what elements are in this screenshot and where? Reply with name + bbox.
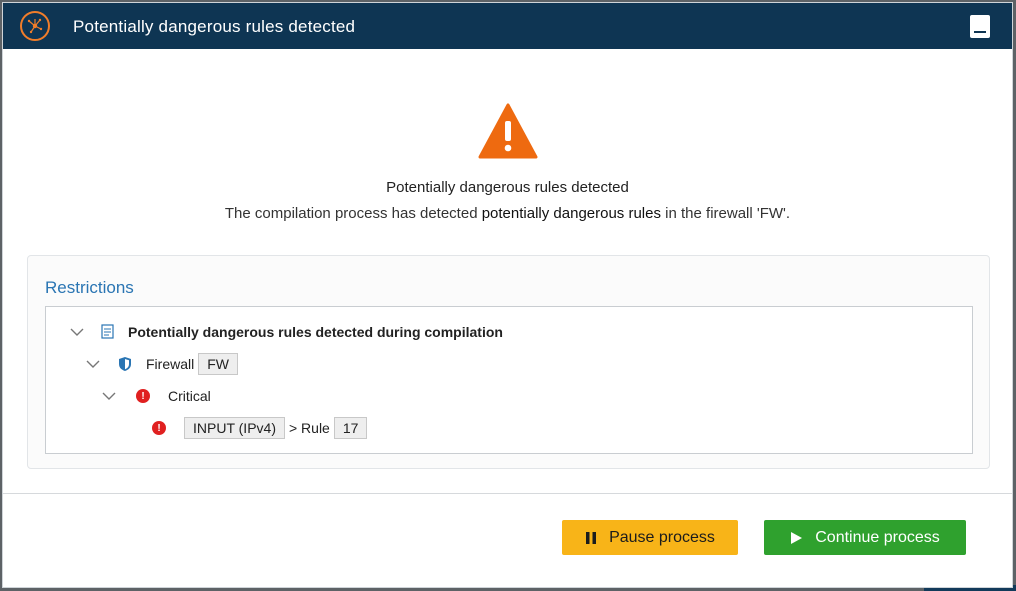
chain-tag: INPUT (IPv4)	[184, 417, 285, 439]
tree-root-row[interactable]: Potentially dangerous rules detected dur…	[70, 321, 503, 343]
restrictions-title: Restrictions	[45, 278, 134, 297]
firewall-tag: FW	[198, 353, 238, 375]
error-icon: !	[152, 421, 166, 435]
dialog-title: Potentially dangerous rules detected	[73, 17, 356, 36]
dangerous-rules-dialog: Potentially dangerous rules detected Pot…	[2, 2, 1013, 588]
dialog-heading: Potentially dangerous rules detected	[386, 179, 629, 196]
continue-button-label: Continue process	[815, 528, 940, 546]
error-icon: !	[136, 389, 150, 403]
pause-icon	[586, 531, 597, 544]
firewall-label: Firewall	[146, 356, 195, 372]
tree-rule-row[interactable]: ! INPUT (IPv4) > Rule 17	[152, 417, 368, 439]
dialog-titlebar: Potentially dangerous rules detected	[3, 3, 1012, 49]
rule-text: > Rule	[288, 420, 330, 436]
description-suffix: in the firewall 'FW'.	[661, 205, 791, 222]
pause-button-label: Pause process	[609, 528, 715, 546]
play-icon	[791, 531, 803, 544]
app-logo-icon	[20, 11, 50, 41]
tree-root-label: Potentially dangerous rules detected dur…	[128, 324, 503, 340]
shield-icon	[119, 357, 131, 371]
dialog-description: The compilation process has detected pot…	[3, 205, 1012, 222]
restrictions-panel: Restrictions Potentially dangerous rules…	[27, 255, 990, 469]
restrictions-tree: Potentially dangerous rules detected dur…	[45, 306, 973, 454]
severity-label: Critical	[168, 388, 211, 404]
tree-firewall-row[interactable]: Firewall FW	[86, 353, 238, 375]
footer-divider	[3, 493, 1012, 494]
warning-icon	[478, 103, 538, 159]
document-icon	[101, 324, 114, 339]
chevron-down-icon[interactable]	[86, 357, 100, 371]
tree-severity-row[interactable]: ! Critical	[102, 385, 211, 407]
continue-process-button[interactable]: Continue process	[764, 520, 966, 555]
chevron-down-icon[interactable]	[102, 389, 116, 403]
pause-process-button[interactable]: Pause process	[562, 520, 738, 555]
description-bold: potentially dangerous rules	[481, 205, 661, 222]
chevron-down-icon[interactable]	[70, 325, 84, 339]
description-prefix: The compilation process has detected	[224, 205, 482, 222]
minimize-button[interactable]	[970, 15, 990, 38]
rule-number-tag: 17	[333, 417, 368, 439]
